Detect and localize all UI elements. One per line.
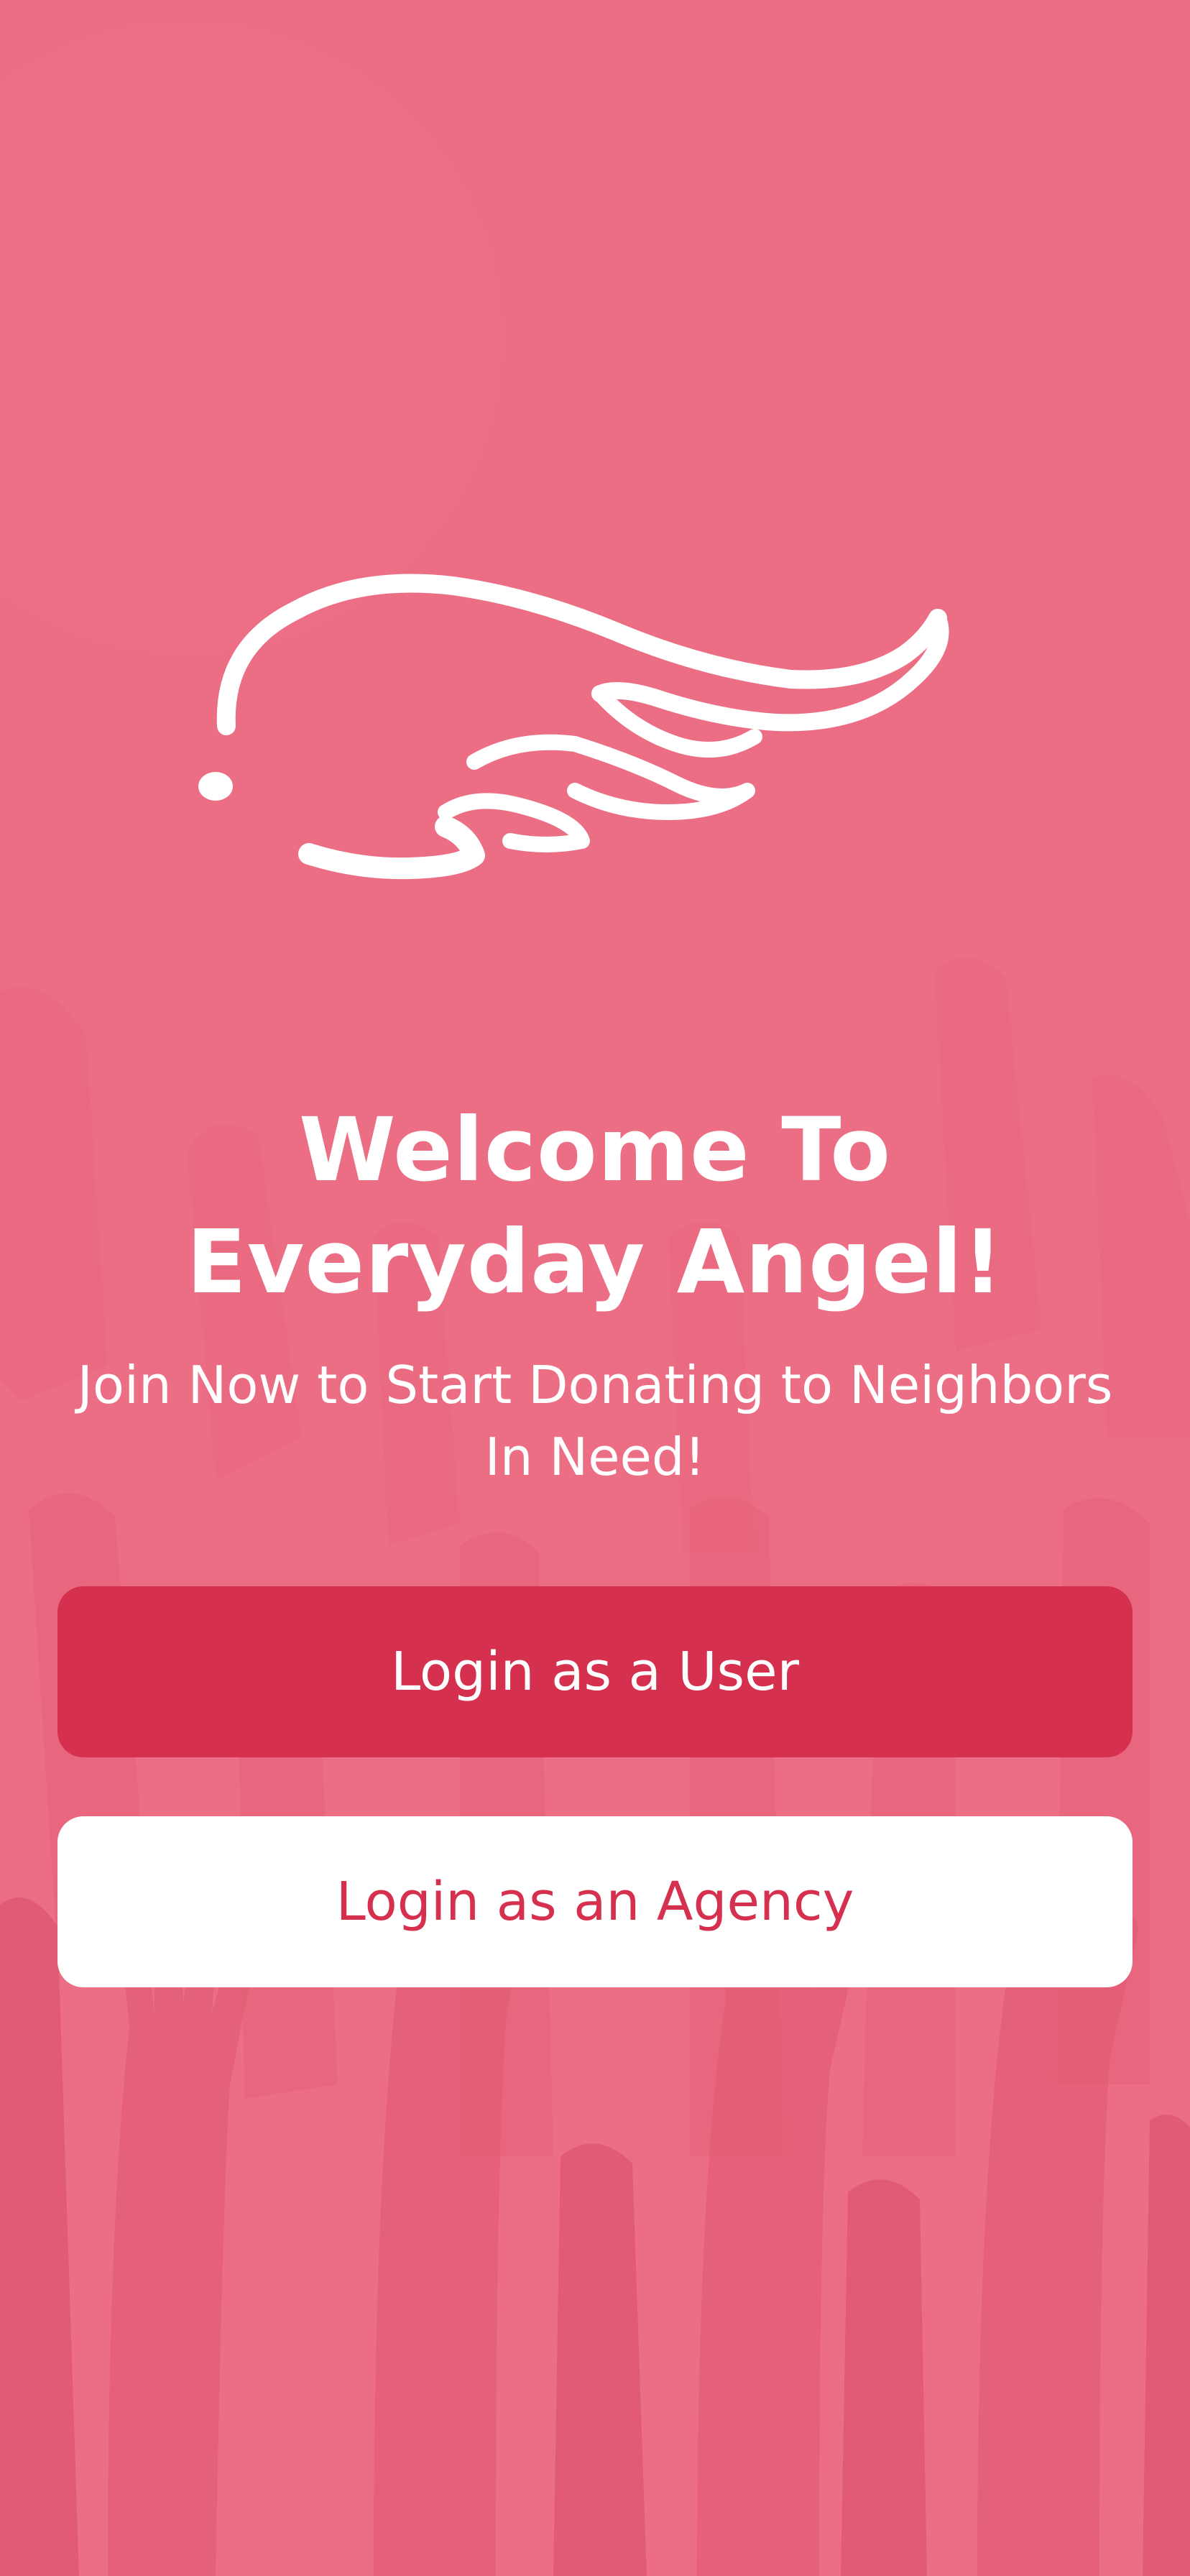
welcome-title: Welcome To Everyday Angel!	[0, 1094, 1190, 1318]
welcome-screen: Welcome To Everyday Angel! Join Now to S…	[0, 0, 1190, 2576]
welcome-subtitle: Join Now to Start Donating to Neighbors …	[77, 1355, 1113, 1487]
angel-wing-icon	[198, 574, 949, 880]
login-as-user-button[interactable]: Login as a User	[57, 1586, 1133, 1757]
welcome-title-line1: Welcome To	[298, 1098, 892, 1201]
login-as-agency-button[interactable]: Login as an Agency	[57, 1816, 1133, 1987]
welcome-title-line2: Everyday Angel!	[186, 1210, 1004, 1313]
